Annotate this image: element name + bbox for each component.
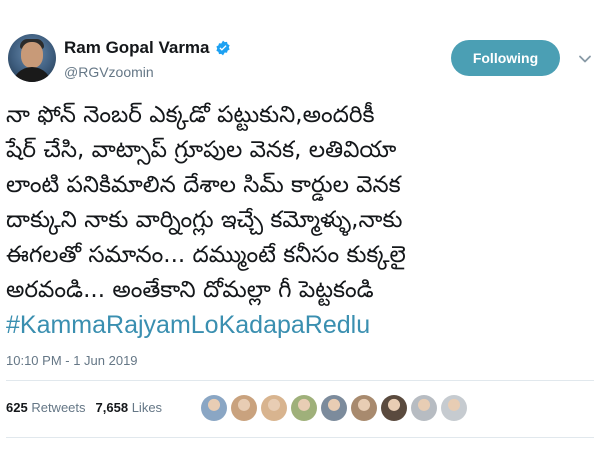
liker-avatar[interactable] <box>261 395 287 421</box>
display-name-row[interactable]: Ram Gopal Varma <box>64 38 231 58</box>
retweets-stat[interactable]: 625 Retweets <box>6 400 86 415</box>
liker-avatar[interactable] <box>321 395 347 421</box>
retweets-label: Retweets <box>31 400 86 415</box>
author-block: Ram Gopal Varma @RGVzoomin <box>64 38 231 80</box>
chevron-down-icon[interactable] <box>578 52 592 66</box>
liker-avatar[interactable] <box>351 395 377 421</box>
tweet-text: నా ఫోన్ నెంబర్ ఎక్కడో పట్టుకుని,అందరికీ … <box>6 98 596 343</box>
tweet-line: షేర్ చేసి, వాట్సాప్ గ్రూపుల వెనక, లతివియ… <box>6 137 397 163</box>
verified-icon <box>215 40 230 56</box>
likes-count: 7,658 <box>95 400 129 415</box>
engagement-stats: 625 Retweets 7,658 Likes <box>6 400 162 415</box>
tweet-line: ఈగలతో సమానం... దమ్ముంటే కనీసం కుక్కలై <box>6 242 406 268</box>
liker-avatar[interactable] <box>381 395 407 421</box>
tweet-card: Ram Gopal Varma @RGVzoomin Following నా … <box>0 0 600 450</box>
hashtag-link[interactable]: #KammaRajyamLoKadapaRedlu <box>6 308 596 343</box>
liker-avatar[interactable] <box>291 395 317 421</box>
divider <box>6 437 594 438</box>
liker-avatar[interactable] <box>231 395 257 421</box>
tweet-line: నా ఫోన్ నెంబర్ ఎక్కడో పట్టుకుని,అందరికీ <box>6 102 375 128</box>
avatar[interactable] <box>8 34 56 82</box>
following-button[interactable]: Following <box>451 40 560 76</box>
liker-avatar[interactable] <box>201 395 227 421</box>
tweet-line: అరవండి... అంతేకాని దోమల్లా గీ పెట్టకండి <box>6 277 374 303</box>
liker-avatar[interactable] <box>411 395 437 421</box>
user-handle[interactable]: @RGVzoomin <box>64 64 231 80</box>
tweet-line: లాంటి పనికిమాలిన దేశాల సిమ్ కార్డుల వెనక <box>6 172 401 198</box>
retweets-count: 625 <box>6 400 28 415</box>
likes-label: Likes <box>131 400 163 415</box>
likes-stat[interactable]: 7,658 Likes <box>96 400 163 415</box>
divider <box>6 380 594 381</box>
liker-avatar[interactable] <box>441 395 467 421</box>
tweet-line: దాక్కుని నాకు వార్నింగ్లు ఇచ్చే కమ్మోళ్ళ… <box>6 207 403 233</box>
liker-avatars <box>201 395 467 421</box>
display-name[interactable]: Ram Gopal Varma <box>64 38 210 58</box>
tweet-timestamp[interactable]: 10:10 PM - 1 Jun 2019 <box>6 353 138 368</box>
